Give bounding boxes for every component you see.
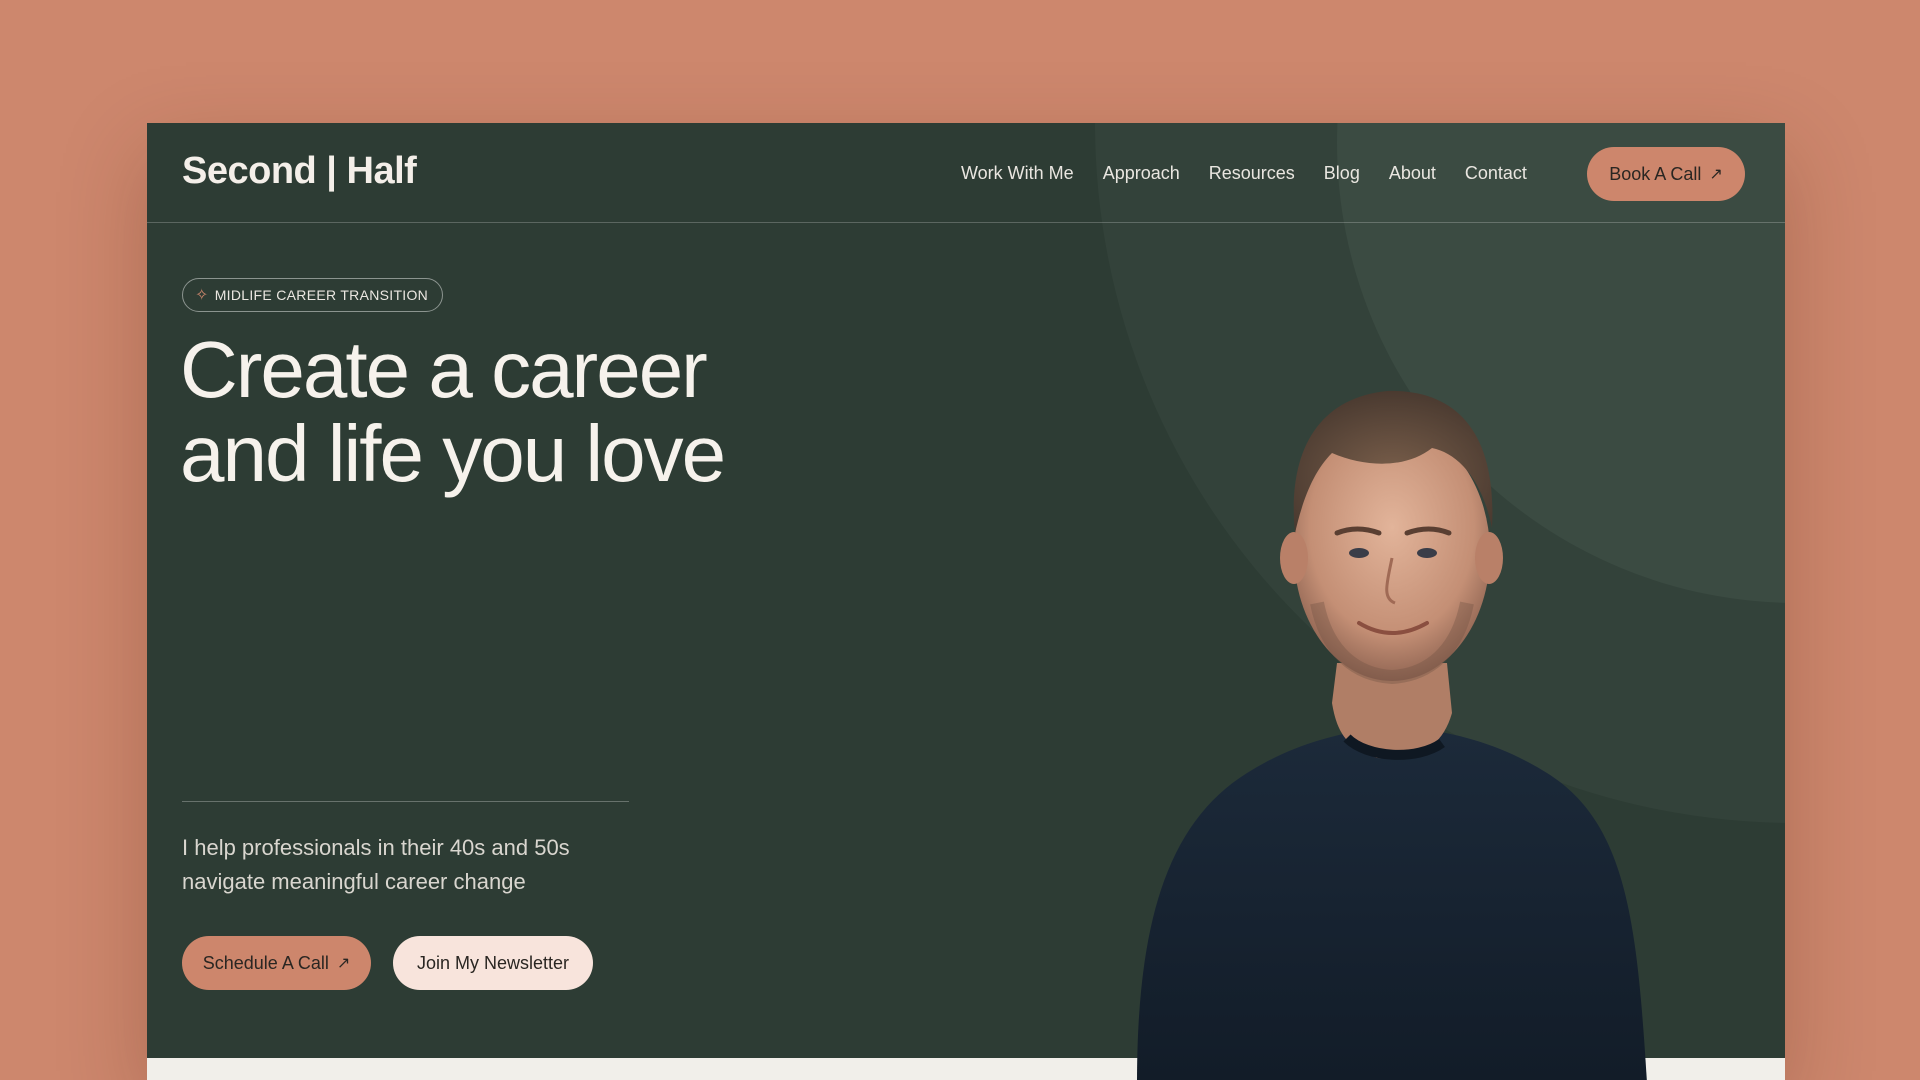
nav-resources[interactable]: Resources [1209,163,1295,184]
book-a-call-label: Book A Call [1609,163,1702,184]
arrow-up-right-icon: ↗ [336,955,351,972]
schedule-a-call-label: Schedule A Call [202,952,329,973]
nav-about[interactable]: About [1389,163,1436,184]
website-frame: Second | Half Work With Me Approach Reso… [147,123,1785,1080]
sparkle-icon: ✧ [195,287,209,304]
arrow-up-right-icon: ↗ [1709,166,1723,183]
hero-headline: Create a career and life you love [180,328,800,496]
nav-contact[interactable]: Contact [1465,163,1527,184]
site-logo[interactable]: Second | Half [182,150,417,193]
hero-divider [182,801,629,802]
hero-subtext: I help professionals in their 40s and 50… [182,835,570,894]
main-nav: Work With Me Approach Resources Blog Abo… [961,163,1556,184]
coach-portrait [1137,390,1647,1080]
nav-work-with-me[interactable]: Work With Me [961,163,1074,184]
schedule-a-call-button[interactable]: Schedule A Call ↗ [182,936,371,990]
join-newsletter-button[interactable]: Join My Newsletter [393,936,593,990]
headline-line-2: and life you love [180,409,726,498]
book-a-call-button[interactable]: Book A Call ↗ [1587,147,1745,201]
nav-approach[interactable]: Approach [1103,163,1180,184]
nav-blog[interactable]: Blog [1324,163,1360,184]
category-badge: ✧ MIDLIFE CAREER TRANSITION [182,278,444,312]
badge-label: MIDLIFE CAREER TRANSITION [214,287,429,303]
site-header: Second | Half Work With Me Approach Reso… [147,123,1785,223]
headline-line-1: Create a career [180,325,708,414]
